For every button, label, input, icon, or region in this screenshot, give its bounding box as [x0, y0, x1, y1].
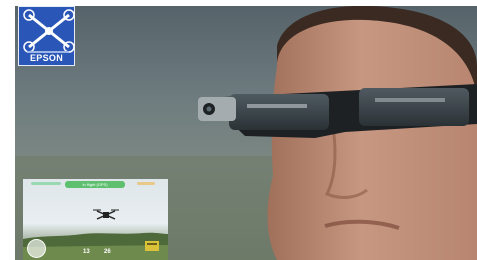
drone-camera-view: In flight (GPS) 13 26 [23, 179, 168, 260]
brand-wordmark: EPSON [29, 53, 63, 63]
home-marker-icon [145, 241, 159, 251]
photo-frame: EPSON In flight (GPS) 13 26 [15, 6, 477, 260]
app-badge: EPSON [18, 6, 75, 66]
distance-readout: 26 [104, 249, 111, 255]
battery-indicator [31, 182, 61, 185]
altitude-readout: 13 [83, 249, 90, 255]
flying-drone-icon [93, 209, 119, 220]
flight-status-badge: In flight (GPS) [65, 181, 125, 188]
joystick-icon[interactable] [27, 239, 46, 258]
signal-indicator [137, 182, 155, 185]
